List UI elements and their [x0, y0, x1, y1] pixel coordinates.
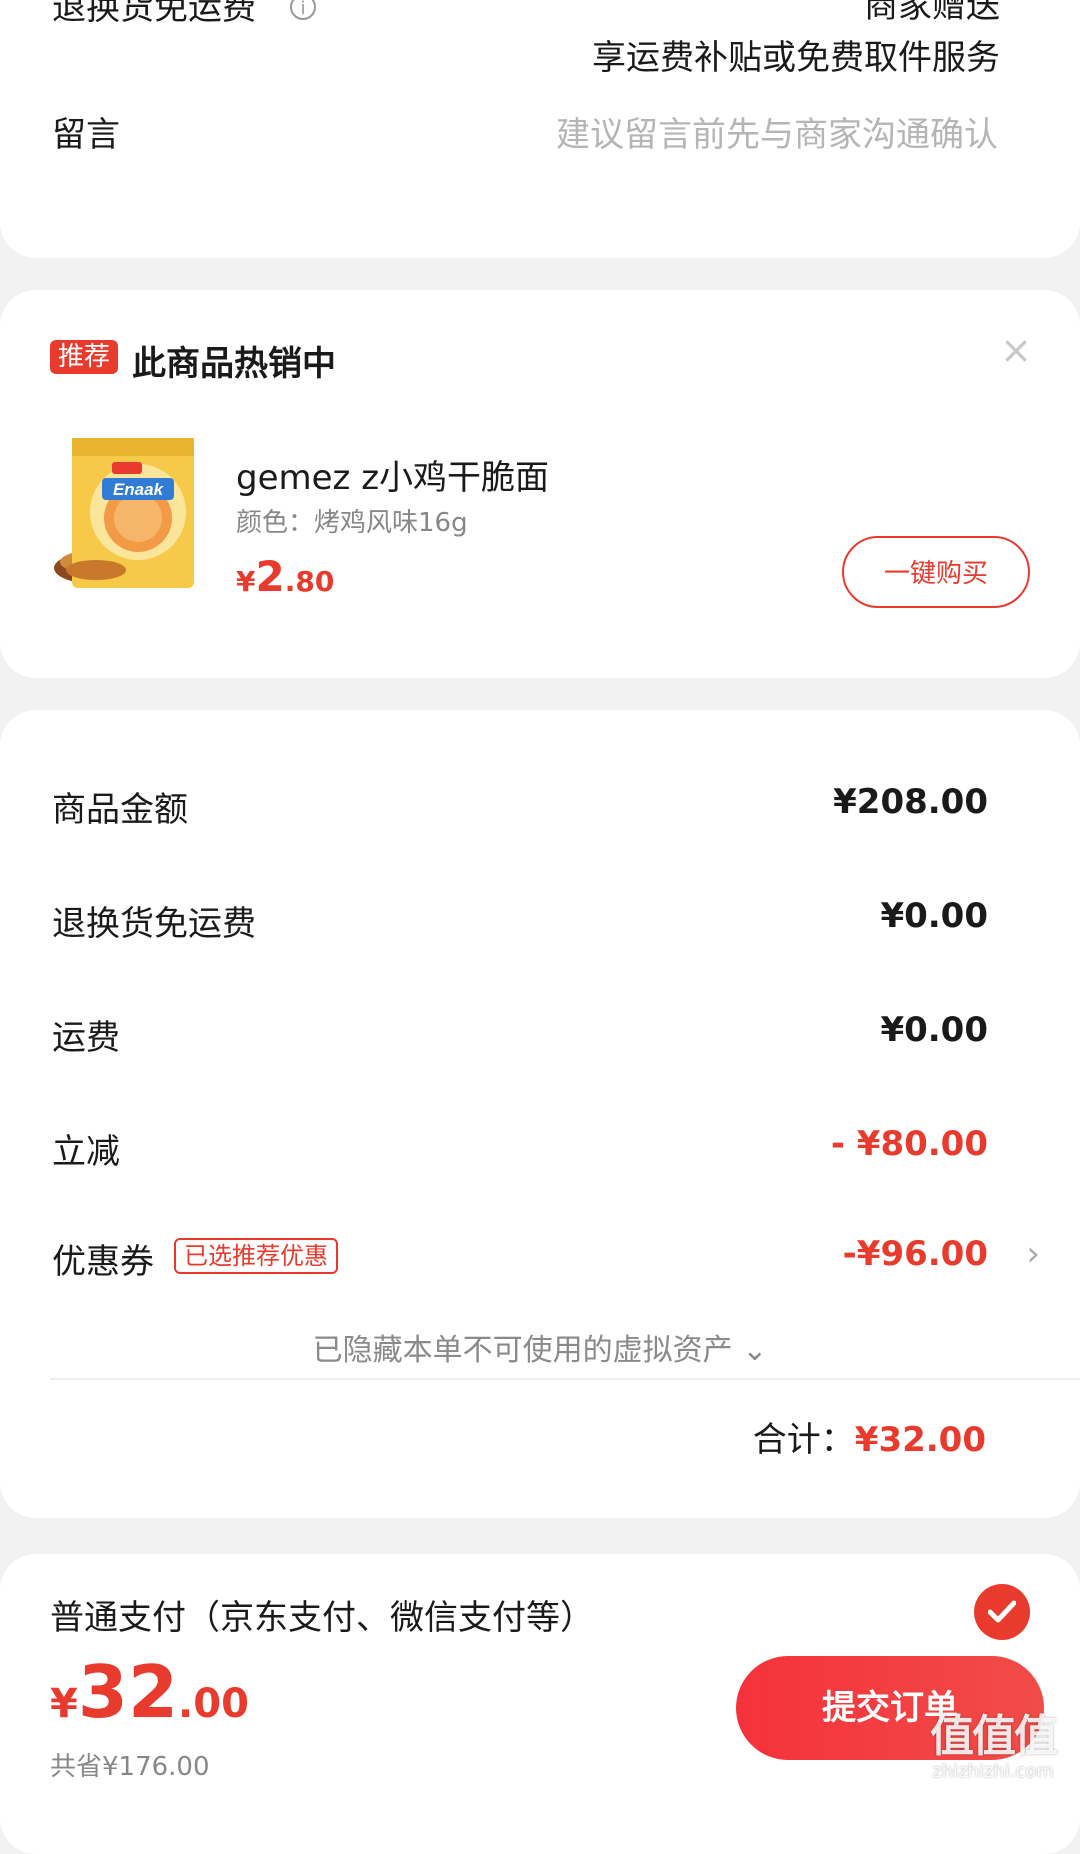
hidden-assets-toggle[interactable]: 已隐藏本单不可使用的虚拟资产 ⌄	[0, 1325, 1080, 1369]
payment-method-label[interactable]: 普通支付（京东支付、微信支付等）	[50, 1590, 594, 1639]
return-free-shipping-label: 退换货免运费	[52, 0, 256, 28]
watermark-logo: 值值值 zhizhizhi.com	[918, 1713, 1068, 1783]
recommend-title: 此商品热销中	[132, 344, 336, 384]
total-row: 合计：¥32.00	[753, 1412, 986, 1461]
close-icon[interactable]: ×	[998, 331, 1034, 369]
one-click-buy-button[interactable]: 一键购买	[842, 536, 1030, 608]
hidden-assets-text: 已隐藏本单不可使用的虚拟资产	[312, 1333, 733, 1368]
summary-row-return-shipping: 退换货免运费 ¥0.00	[52, 896, 988, 946]
product-name[interactable]: gemez z小鸡干脆面	[236, 450, 549, 499]
saved-amount: 共省¥176.00	[50, 1752, 210, 1782]
product-image[interactable]: Enaak	[50, 434, 202, 594]
chevron-down-icon: ⌄	[742, 1333, 768, 1368]
summary-row-shipping: 运费 ¥0.00	[52, 1010, 988, 1060]
watermark-main: 值值值	[930, 1711, 1058, 1762]
message-label: 留言	[52, 115, 120, 155]
summary-label: 运费	[52, 1018, 120, 1058]
delivery-message-card: 退换货免运费 i 商家赠送 享运费补贴或免费取件服务 留言 建议留言前先与商家沟…	[0, 0, 1080, 258]
payable-currency: ¥	[50, 1681, 78, 1727]
summary-value: - ¥80.00	[830, 1124, 988, 1164]
coupon-selected-tag: 已选推荐优惠	[174, 1238, 338, 1274]
info-icon[interactable]: i	[290, 0, 316, 20]
payable-integer: 32	[77, 1650, 179, 1734]
summary-value: -¥96.00	[842, 1234, 988, 1274]
price-summary-card: 商品金额 ¥208.00 退换货免运费 ¥0.00 运费 ¥0.00 立减 - …	[0, 710, 1080, 1518]
summary-row-coupon[interactable]: 优惠券 已选推荐优惠 -¥96.00 ›	[52, 1234, 1040, 1284]
summary-label: 商品金额	[52, 790, 188, 830]
price-currency: ¥	[236, 565, 256, 598]
message-input[interactable]: 建议留言前先与商家沟通确认	[556, 107, 998, 156]
chevron-right-icon[interactable]: ›	[1026, 1234, 1040, 1274]
merchant-gift-text: 商家赠送	[864, 0, 1000, 26]
summary-value: ¥0.00	[880, 1010, 988, 1050]
svg-text:Enaak: Enaak	[113, 480, 165, 499]
summary-label: 立减	[52, 1132, 120, 1172]
payable-price: ¥32.00	[50, 1650, 249, 1734]
check-icon[interactable]	[974, 1584, 1030, 1640]
payable-decimal: .00	[178, 1681, 249, 1727]
divider	[50, 1378, 1080, 1380]
summary-label: 退换货免运费	[52, 904, 256, 944]
price-decimal: .80	[284, 565, 335, 598]
summary-row-goods-amount: 商品金额 ¥208.00	[52, 782, 988, 832]
recommend-card: 推荐 此商品热销中 × Enaak gemez z小鸡干脆面 颜色：烤鸡风味16…	[0, 290, 1080, 678]
total-label: 合计：	[752, 1420, 855, 1460]
recommend-tag: 推荐	[50, 340, 119, 374]
product-price: ¥2.80	[236, 552, 334, 601]
summary-row-instant-discount: 立减 - ¥80.00	[52, 1124, 988, 1174]
total-amount: ¥32.00	[854, 1420, 986, 1460]
summary-label: 优惠券	[52, 1242, 154, 1282]
price-integer: 2	[255, 552, 285, 601]
summary-value: ¥0.00	[880, 896, 988, 936]
product-spec: 颜色：烤鸡风味16g	[236, 508, 468, 538]
shipping-subsidy-text: 享运费补贴或免费取件服务	[592, 38, 1000, 78]
watermark-sub: zhizhizhi.com	[932, 1761, 1054, 1782]
checkout-bar: ¥32.00 共省¥176.00 提交订单 值值值 zhizhizhi.com	[0, 1640, 1080, 1795]
summary-value: ¥208.00	[833, 782, 988, 822]
